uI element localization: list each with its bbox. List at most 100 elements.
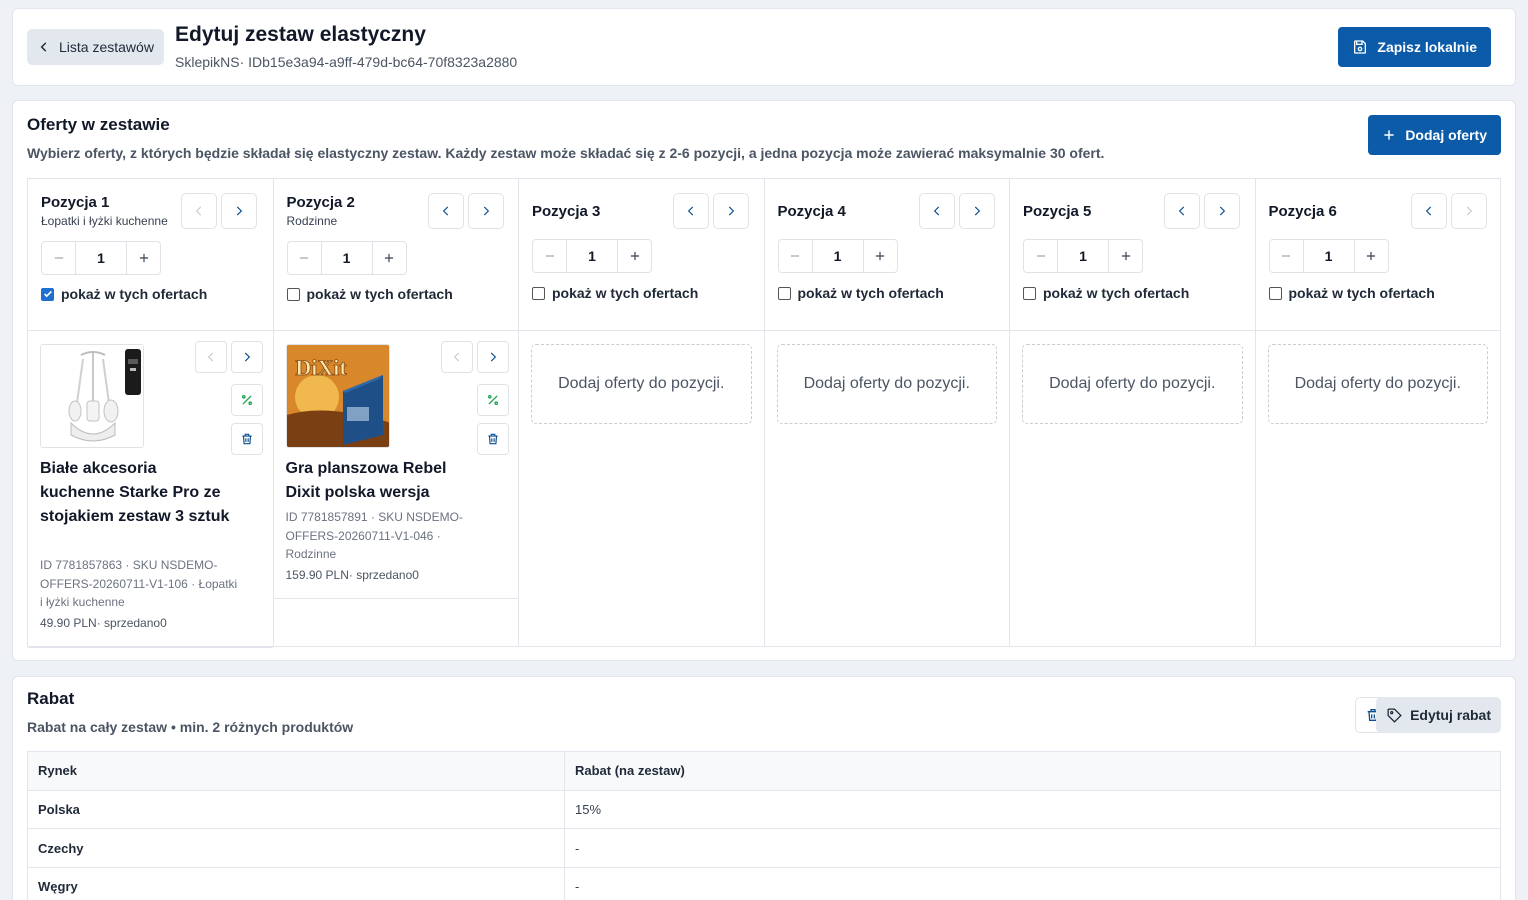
add-offers-to-position-dropzone[interactable]: Dodaj oferty do pozycji. xyxy=(1022,344,1243,424)
show-in-offers-checkbox[interactable]: pokaż w tych ofertach xyxy=(1023,285,1189,301)
move-right-button[interactable] xyxy=(1450,193,1487,229)
table-header-row: Rynek Rabat (na zestaw) xyxy=(27,751,1501,791)
edit-discount-button[interactable]: Edytuj rabat xyxy=(1376,697,1501,733)
offer-card: DiXit Gra planszowa Rebel Dixit polska w… xyxy=(273,331,518,599)
offer-image-kitchen-utensils xyxy=(40,344,144,448)
minus-icon xyxy=(299,257,309,259)
decrement-button[interactable] xyxy=(42,242,75,274)
discount-cell: - xyxy=(564,867,1501,900)
offer-move-left-button[interactable] xyxy=(440,341,473,373)
decrement-button[interactable] xyxy=(1024,240,1057,272)
offer-discount-button[interactable] xyxy=(231,384,263,416)
move-left-button[interactable] xyxy=(181,193,217,229)
move-left-button[interactable] xyxy=(1410,193,1447,229)
position-name: Pozycja 3 xyxy=(532,203,601,220)
increment-button[interactable] xyxy=(373,242,406,274)
quantity-stepper: 1 xyxy=(532,239,652,273)
percent-icon xyxy=(487,394,498,406)
chevron-right-icon xyxy=(974,206,980,216)
offer-price: 159.90 PLN· sprzedano0 xyxy=(285,568,419,582)
quantity-value[interactable]: 1 xyxy=(566,240,618,272)
percent-icon xyxy=(241,394,253,406)
quantity-stepper: 1 xyxy=(41,241,161,275)
checkbox-checked[interactable] xyxy=(41,287,54,301)
quantity-value[interactable]: 1 xyxy=(1302,240,1355,272)
offer-discount-button[interactable] xyxy=(476,384,509,416)
position-name: Pozycja 5 xyxy=(1023,203,1092,220)
move-right-button[interactable] xyxy=(221,193,257,229)
plus-icon xyxy=(384,253,394,263)
offer-delete-button[interactable] xyxy=(231,423,263,455)
offer-card: Białe akcesoria kuchenne Starke Pro ze s… xyxy=(28,331,273,648)
discount-cell: 15% xyxy=(564,789,1501,830)
quantity-value[interactable]: 1 xyxy=(75,242,127,274)
move-right-button[interactable] xyxy=(713,193,749,229)
save-locally-button[interactable]: Zapisz lokalnie xyxy=(1338,27,1491,67)
discount-title: Rabat xyxy=(27,689,75,708)
trash-icon xyxy=(487,433,498,445)
decrement-button[interactable] xyxy=(533,240,566,272)
plus-icon xyxy=(630,251,639,261)
move-right-button[interactable] xyxy=(467,193,504,229)
show-in-offers-checkbox[interactable]: pokaż w tych ofertach xyxy=(286,286,453,302)
show-in-offers-checkbox[interactable]: pokaż w tych ofertach xyxy=(777,285,944,301)
add-offers-to-position-dropzone[interactable]: Dodaj oferty do pozycji. xyxy=(531,344,752,424)
position-name: Pozycja 6 xyxy=(1268,203,1337,220)
position-header: Pozycja 4 1 pokaż w tych ofertach xyxy=(764,179,1009,331)
increment-button[interactable] xyxy=(1109,240,1142,272)
chevron-left-icon xyxy=(453,352,459,362)
plus-icon xyxy=(1121,251,1130,261)
position-category: Łopatki i łyżki kuchenne xyxy=(41,214,168,228)
add-offers-button[interactable]: Dodaj oferty xyxy=(1368,115,1501,155)
decrement-button[interactable] xyxy=(1270,240,1303,272)
move-right-button[interactable] xyxy=(958,193,995,229)
checkbox-unchecked[interactable] xyxy=(286,287,300,301)
back-to-list-button[interactable]: Lista zestawów xyxy=(27,29,164,65)
offers-description: Wybierz oferty, z których będzie składał… xyxy=(27,145,1105,161)
quantity-stepper: 1 xyxy=(1023,239,1143,273)
chevron-right-icon xyxy=(236,206,243,216)
offer-title[interactable]: Gra planszowa Rebel Dixit polska wersja xyxy=(286,457,456,505)
check-icon xyxy=(43,290,52,298)
show-in-offers-checkbox[interactable]: pokaż w tych ofertach xyxy=(41,286,207,302)
add-offers-to-position-dropzone[interactable]: Dodaj oferty do pozycji. xyxy=(1267,344,1488,424)
move-left-button[interactable] xyxy=(1164,193,1200,229)
move-left-button[interactable] xyxy=(673,193,709,229)
quantity-value[interactable]: 1 xyxy=(811,240,864,272)
position-header: Pozycja 1 Łopatki i łyżki kuchenne 1 pok… xyxy=(28,179,273,331)
decrement-button[interactable] xyxy=(288,242,321,274)
offer-title[interactable]: Białe akcesoria kuchenne Starke Pro ze s… xyxy=(40,457,230,529)
move-right-button[interactable] xyxy=(1204,193,1240,229)
page-subtitle: SklepikNS· IDb15e3a94-a9ff-479d-bc64-70f… xyxy=(175,54,518,70)
increment-button[interactable] xyxy=(864,240,897,272)
checkbox-unchecked[interactable] xyxy=(1023,286,1036,300)
offer-move-right-button[interactable] xyxy=(476,341,509,373)
column-header-market: Rynek xyxy=(27,751,565,791)
trash-icon xyxy=(242,433,252,445)
quantity-value[interactable]: 1 xyxy=(1057,240,1109,272)
move-left-button[interactable] xyxy=(427,193,464,229)
offer-delete-button[interactable] xyxy=(476,423,509,455)
decrement-button[interactable] xyxy=(779,240,812,272)
offer-move-right-button[interactable] xyxy=(231,341,263,373)
position-column-3: Pozycja 3 1 pokaż w tych ofertach Dodaj … xyxy=(519,179,765,646)
show-in-offers-checkbox[interactable]: pokaż w tych ofertach xyxy=(532,285,698,301)
checkbox-unchecked[interactable] xyxy=(532,286,545,300)
move-left-button[interactable] xyxy=(918,193,955,229)
offer-meta: ID 7781857863 · SKU NSDEMO-OFFERS-202607… xyxy=(40,558,238,609)
show-in-offers-checkbox[interactable]: pokaż w tych ofertach xyxy=(1268,285,1435,301)
increment-button[interactable] xyxy=(618,240,651,272)
chevron-left-icon xyxy=(933,206,939,216)
market-cell: Węgry xyxy=(27,867,565,900)
add-offers-to-position-dropzone[interactable]: Dodaj oferty do pozycji. xyxy=(776,344,997,424)
offer-price: 49.90 PLN· sprzedano0 xyxy=(40,616,167,630)
increment-button[interactable] xyxy=(127,242,160,274)
offer-move-left-button[interactable] xyxy=(195,341,227,373)
table-row: Polska 15% xyxy=(27,789,1501,830)
chevron-left-icon xyxy=(1425,206,1431,216)
increment-button[interactable] xyxy=(1355,240,1388,272)
position-header: Pozycja 5 1 pokaż w tych ofertach xyxy=(1010,179,1255,331)
checkbox-unchecked[interactable] xyxy=(777,286,791,300)
quantity-value[interactable]: 1 xyxy=(320,242,373,274)
checkbox-unchecked[interactable] xyxy=(1268,286,1282,300)
